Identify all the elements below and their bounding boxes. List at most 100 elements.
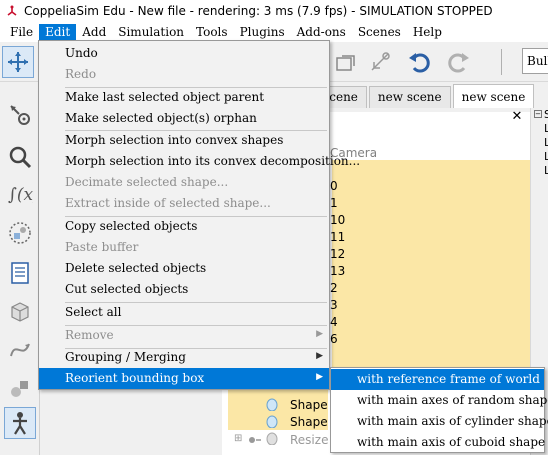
submenu-arrow-icon: ▶ xyxy=(316,329,323,339)
scripts-button[interactable] xyxy=(4,257,36,289)
tab-scene-active[interactable]: new scene xyxy=(452,84,535,108)
menu-scenes[interactable]: Scenes xyxy=(352,24,407,40)
menu-item-delete[interactable]: Delete selected objects xyxy=(39,258,329,279)
tree-item[interactable]: L xyxy=(544,122,548,135)
physics-engine-select[interactable]: Bullet xyxy=(522,48,548,74)
tree-item[interactable]: L xyxy=(544,136,548,149)
list-item[interactable]: 10 xyxy=(330,213,345,230)
hierarchy-number-list: 0 1 10 11 12 13 2 3 4 6 xyxy=(330,179,345,349)
close-panel-icon[interactable]: ✕ xyxy=(510,110,524,124)
function-fx-icon: ∫(x) xyxy=(8,185,33,205)
path-edit-button[interactable] xyxy=(4,333,36,365)
assembly-button[interactable] xyxy=(330,46,362,78)
menu-item-select-all[interactable]: Select all xyxy=(39,302,329,323)
menu-item-morph-convex[interactable]: Morph selection into convex shapes xyxy=(39,130,329,151)
tree-item[interactable]: L xyxy=(544,164,548,177)
tree-item-shape[interactable]: Shape xyxy=(290,415,328,429)
menu-tools[interactable]: Tools xyxy=(190,24,234,40)
tree-item-resize[interactable]: Resize xyxy=(290,433,328,447)
menu-item-remove-label: Remove xyxy=(65,328,114,342)
submenu-item-random-shape[interactable]: with main axes of random shape xyxy=(331,390,548,411)
scene-hierarchy-button[interactable] xyxy=(4,407,36,439)
coppeliasim-logo-icon xyxy=(7,5,17,16)
submenu-item-cylinder-shape[interactable]: with main axis of cylinder shape xyxy=(331,411,548,432)
menu-item-reorient-bounding-box[interactable]: Reorient bounding box ▶ xyxy=(39,368,329,389)
path-curve-icon xyxy=(10,343,30,357)
script-document-icon xyxy=(11,262,29,284)
menu-item-cut[interactable]: Cut selected objects xyxy=(39,279,329,300)
transfer-dna-button[interactable] xyxy=(364,46,396,78)
list-item[interactable]: 13 xyxy=(330,264,345,281)
menu-item-make-parent[interactable]: Make last selected object parent xyxy=(39,87,329,108)
menu-bar: File Edit Add Simulation Tools Plugins A… xyxy=(0,22,548,42)
menu-simulation[interactable]: Simulation xyxy=(112,24,190,40)
undo-toolbar-button[interactable] xyxy=(404,46,436,78)
move-arrows-icon xyxy=(8,52,28,72)
redo-toolbar-button[interactable] xyxy=(442,46,474,78)
collections-button[interactable] xyxy=(4,217,36,249)
menu-add[interactable]: Add xyxy=(76,24,112,40)
menu-item-extract-inside[interactable]: Extract inside of selected shape... xyxy=(39,193,329,214)
list-item[interactable]: 0 xyxy=(330,179,345,196)
window-title: CoppeliaSim Edu - New file - rendering: … xyxy=(24,4,493,18)
submenu-item-cuboid-shape[interactable]: with main axis of cuboid shape xyxy=(331,432,545,453)
list-item[interactable]: 3 xyxy=(330,298,345,315)
list-item[interactable]: 6 xyxy=(330,332,345,349)
scene-tabs: w scene new scene new scene xyxy=(300,84,536,108)
expand-toggle-icon[interactable]: ⊞ xyxy=(234,433,242,444)
menu-item-redo[interactable]: Redo xyxy=(39,64,329,85)
cube-edit-icon xyxy=(11,302,29,322)
menu-item-reorient-label: Reorient bounding box xyxy=(65,371,205,385)
shape-icon xyxy=(266,415,278,428)
dna-transfer-icon xyxy=(371,52,390,71)
undo-icon xyxy=(409,53,430,73)
title-bar: CoppeliaSim Edu - New file - rendering: … xyxy=(0,0,548,22)
menu-item-decimate[interactable]: Decimate selected shape... xyxy=(39,172,329,193)
list-item[interactable]: 12 xyxy=(330,247,345,264)
robot-figure-icon xyxy=(13,412,27,435)
menu-plugins[interactable]: Plugins xyxy=(234,24,291,40)
menu-item-paste[interactable]: Paste buffer xyxy=(39,237,329,258)
list-item[interactable]: 11 xyxy=(330,230,345,247)
tree-item-shape[interactable]: Shape xyxy=(290,398,328,412)
submenu-arrow-icon: ▶ xyxy=(316,351,323,361)
menu-item-morph-decomposition[interactable]: Morph selection into its convex decompos… xyxy=(39,151,360,172)
submenu-arrow-icon: ▶ xyxy=(316,372,323,382)
menu-item-make-orphan[interactable]: Make selected object(s) orphan xyxy=(39,108,329,129)
object-shift-button[interactable] xyxy=(2,46,34,78)
reorient-submenu: with reference frame of world with main … xyxy=(330,367,548,453)
tab-scene-2[interactable]: new scene xyxy=(368,86,451,108)
shape-edit-button[interactable] xyxy=(4,295,36,327)
menu-item-remove[interactable]: Remove ▶ xyxy=(39,325,329,346)
menu-item-grouping-label: Grouping / Merging xyxy=(65,350,186,364)
submenu-item-world-frame[interactable]: with reference frame of world xyxy=(331,369,544,390)
shape-icon xyxy=(266,398,278,411)
model-browser-button[interactable] xyxy=(4,373,36,405)
search-button[interactable] xyxy=(4,141,36,173)
menu-file[interactable]: File xyxy=(4,24,39,40)
tree-item[interactable]: S xyxy=(544,108,548,121)
menu-add-ons[interactable]: Add-ons xyxy=(291,24,352,40)
svg-text:∫(x): ∫(x) xyxy=(8,185,33,205)
selected-rows-highlight xyxy=(332,160,530,390)
menu-edit[interactable]: Edit xyxy=(39,24,77,40)
redo-icon xyxy=(448,53,469,73)
list-item[interactable]: 1 xyxy=(330,196,345,213)
menu-item-copy[interactable]: Copy selected objects xyxy=(39,216,329,237)
menu-help[interactable]: Help xyxy=(407,24,448,40)
collection-shapes-icon xyxy=(9,222,31,244)
magnifier-icon xyxy=(9,146,32,169)
list-item[interactable]: 2 xyxy=(330,281,345,298)
edit-menu: Undo Redo Make last selected object pare… xyxy=(38,40,360,390)
calculation-module-button[interactable]: ∫(x) xyxy=(4,177,36,209)
menu-item-grouping-merging[interactable]: Grouping / Merging ▶ xyxy=(39,347,329,368)
script-gear-icon xyxy=(249,437,261,443)
menu-item-undo[interactable]: Undo xyxy=(39,43,329,64)
list-item[interactable]: 4 xyxy=(330,315,345,332)
shape-icon xyxy=(266,432,278,445)
scene-object-properties-button[interactable] xyxy=(4,99,36,131)
left-toolbar: ∫(x) xyxy=(0,83,40,455)
model-shapes-icon xyxy=(11,381,28,397)
tree-item[interactable]: L xyxy=(544,150,548,163)
collapse-toggle-icon[interactable]: − xyxy=(534,110,542,118)
